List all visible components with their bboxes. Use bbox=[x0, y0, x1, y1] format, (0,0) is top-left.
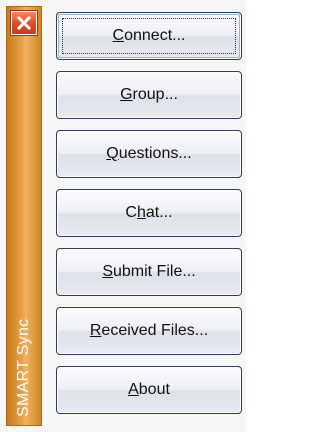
title-bar: SMART Sync bbox=[6, 6, 42, 426]
chat-button-label: at... bbox=[145, 204, 173, 221]
group-button[interactable]: Group... bbox=[56, 71, 242, 119]
submit-file-button-label: ubmit File... bbox=[112, 263, 196, 280]
submit-file-button-accesskey: S bbox=[102, 263, 113, 280]
about-button-label: bout bbox=[138, 381, 170, 398]
questions-button[interactable]: Questions... bbox=[56, 130, 242, 178]
about-button-accesskey: A bbox=[128, 381, 139, 398]
received-files-button-label: eceived Files... bbox=[101, 322, 209, 339]
chat-button[interactable]: Ch at... bbox=[56, 189, 242, 237]
close-icon bbox=[17, 16, 31, 30]
questions-button-accesskey: Q bbox=[106, 145, 119, 162]
chat-button-accesskey: h bbox=[136, 204, 146, 221]
about-button[interactable]: About bbox=[56, 366, 242, 414]
group-button-label: roup... bbox=[132, 86, 178, 103]
connect-button-accesskey: C bbox=[112, 27, 125, 44]
chat-button-label-pre: C bbox=[125, 204, 137, 221]
received-files-button-accesskey: R bbox=[89, 322, 102, 339]
questions-button-label: uestions... bbox=[118, 145, 192, 162]
connect-button[interactable]: Connect... bbox=[56, 12, 242, 60]
group-button-accesskey: G bbox=[120, 86, 133, 103]
app-title-container: SMART Sync bbox=[7, 247, 41, 417]
close-button[interactable] bbox=[11, 11, 37, 35]
app-title: SMART Sync bbox=[15, 318, 32, 417]
received-files-button[interactable]: Received Files... bbox=[56, 307, 242, 355]
submit-file-button[interactable]: Submit File... bbox=[56, 248, 242, 296]
smart-sync-toolbar: SMART Sync Connect... Group... Questions… bbox=[0, 0, 246, 432]
connect-button-label: onnect... bbox=[124, 27, 186, 44]
